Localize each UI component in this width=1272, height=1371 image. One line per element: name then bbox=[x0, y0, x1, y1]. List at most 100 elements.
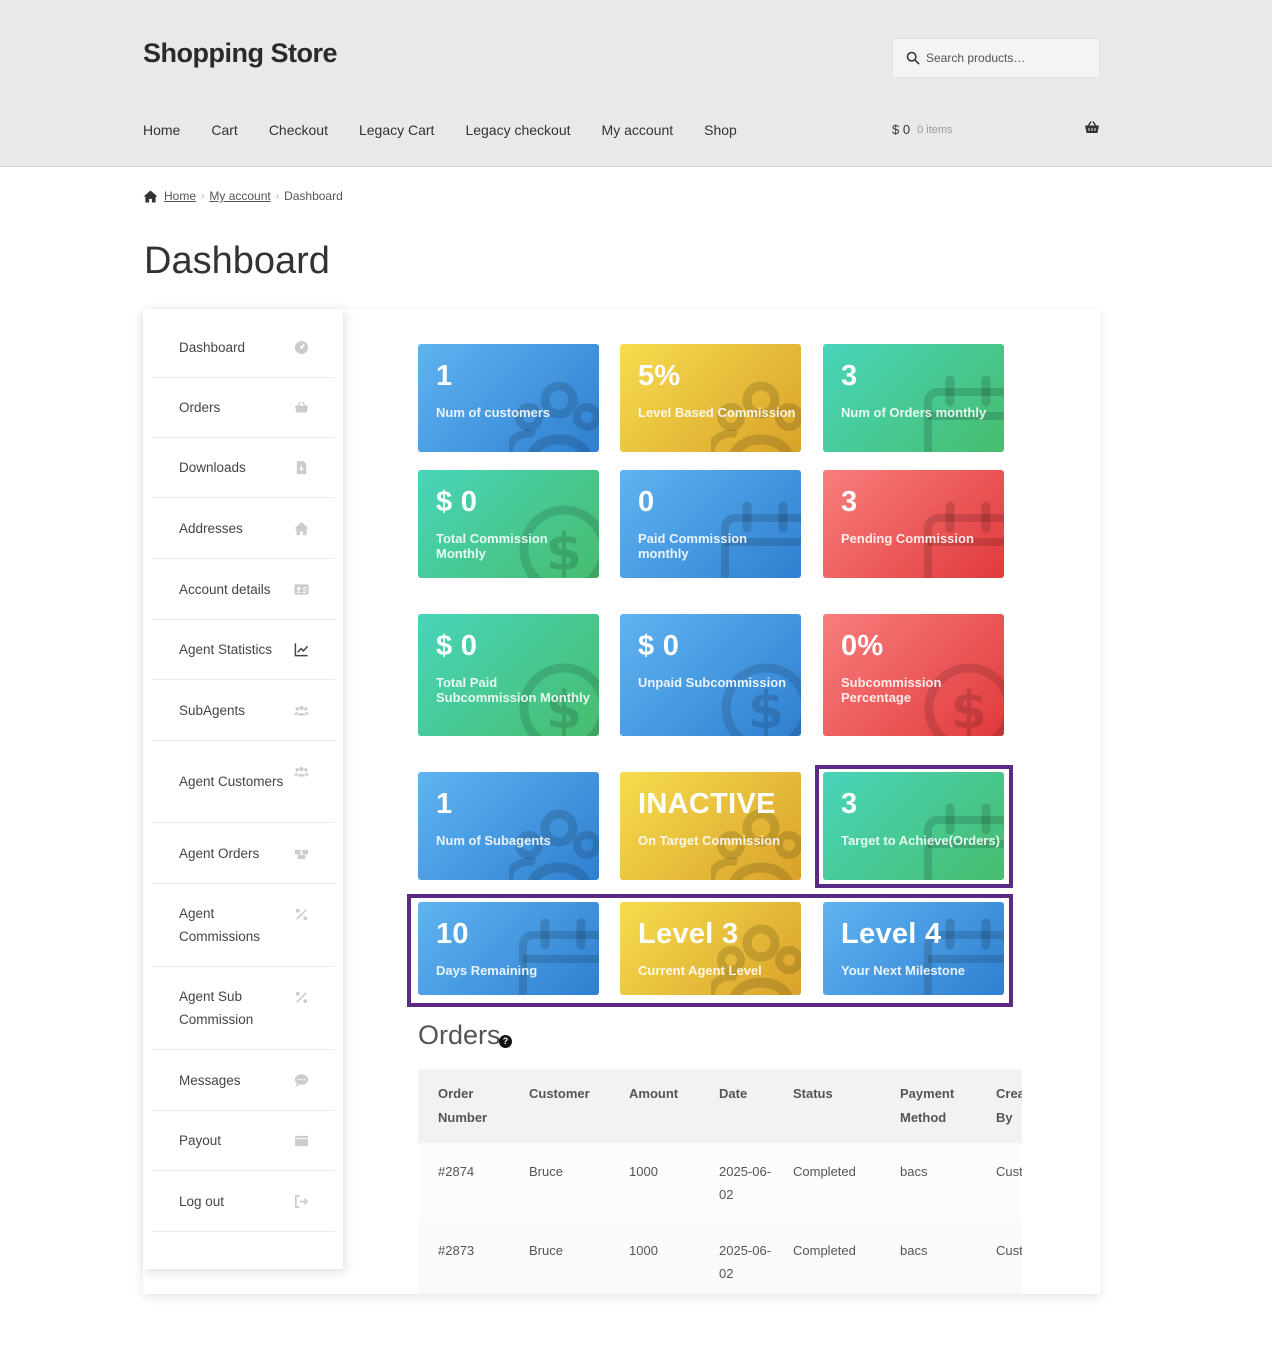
nav-legacy-checkout[interactable]: Legacy checkout bbox=[465, 122, 570, 138]
order-payment-method: bacs bbox=[880, 1222, 976, 1294]
nav-legacy-cart[interactable]: Legacy Cart bbox=[359, 122, 434, 138]
orders-table: Order Number Customer Amount Date Status… bbox=[418, 1069, 1022, 1294]
order-status: Completed bbox=[773, 1222, 880, 1294]
stat-label: Num of customers bbox=[436, 405, 551, 420]
sidebar-item-label: Agent Commissions bbox=[179, 906, 261, 944]
order-status: Completed bbox=[773, 1143, 880, 1222]
stat-tile: $ $ 0 Total Paid Subcommission Monthly bbox=[418, 614, 599, 736]
sidebar-item-agent-statistics[interactable]: Agent Statistics bbox=[152, 620, 335, 680]
sidebar-item-label: Messages bbox=[179, 1072, 241, 1088]
stat-tile: 3 Pending Commission bbox=[823, 470, 1004, 578]
stat-tile: 0 Paid Commission monthly bbox=[620, 470, 801, 578]
boxes-icon bbox=[293, 845, 309, 861]
stat-tile: $ $ 0 Total Commission Monthly bbox=[418, 470, 599, 578]
order-created-by: Customer bbox=[976, 1222, 1022, 1294]
search-icon bbox=[906, 51, 920, 65]
search-box[interactable] bbox=[892, 38, 1100, 78]
sidebar-item-agent-sub-commission[interactable]: Agent Sub Commission bbox=[152, 967, 335, 1050]
basket-icon bbox=[1085, 121, 1099, 133]
sidebar-item-dashboard[interactable]: Dashboard bbox=[152, 317, 335, 378]
order-payment-method: bacs bbox=[880, 1143, 976, 1222]
site-title[interactable]: Shopping Store bbox=[143, 38, 337, 69]
id-card-icon bbox=[293, 581, 309, 597]
sidebar-item-addresses[interactable]: Addresses bbox=[152, 498, 335, 559]
sidebar-item-label: Agent Orders bbox=[179, 845, 260, 861]
column-header: Date bbox=[699, 1069, 773, 1143]
order-amount: 1000 bbox=[609, 1222, 699, 1294]
stat-label: Level Based Commission bbox=[638, 405, 796, 420]
users-icon bbox=[293, 702, 309, 718]
sidebar-item-payout[interactable]: Payout bbox=[152, 1111, 335, 1171]
stat-value: 1 bbox=[436, 360, 453, 392]
order-date: 2025-06-02 bbox=[699, 1143, 773, 1222]
order-number[interactable]: #2873 bbox=[418, 1222, 509, 1294]
order-customer: Bruce bbox=[509, 1143, 609, 1222]
sidebar-item-account-details[interactable]: Account details bbox=[152, 559, 335, 620]
stat-value: 0 bbox=[638, 486, 655, 518]
stat-value: $ 0 bbox=[436, 486, 478, 518]
percent-icon bbox=[293, 906, 309, 922]
table-header-row: Order Number Customer Amount Date Status… bbox=[418, 1069, 1022, 1143]
stat-value: INACTIVE bbox=[638, 788, 776, 820]
order-number[interactable]: #2874 bbox=[418, 1143, 509, 1222]
sidebar-item-log-out[interactable]: Log out bbox=[152, 1171, 335, 1232]
mini-cart[interactable]: $ 0 0 items bbox=[892, 121, 1100, 137]
nav-cart[interactable]: Cart bbox=[211, 122, 237, 138]
sidebar-item-downloads[interactable]: Downloads bbox=[152, 438, 335, 498]
breadcrumb-home[interactable]: Home bbox=[164, 189, 196, 203]
wallet-icon bbox=[293, 1133, 309, 1149]
page-title: Dashboard bbox=[144, 240, 330, 282]
nav-checkout[interactable]: Checkout bbox=[269, 122, 328, 138]
sidebar-item-label: Orders bbox=[179, 400, 221, 415]
stat-label: Pending Commission bbox=[841, 531, 974, 546]
sidebar-item-label: Payout bbox=[179, 1133, 222, 1148]
stat-value: 3 bbox=[841, 486, 858, 518]
file-download-icon bbox=[293, 460, 309, 476]
table-row[interactable]: #2873 Bruce 1000 2025-06-02 Completed ba… bbox=[418, 1222, 1022, 1294]
column-header: Order Number bbox=[418, 1069, 509, 1143]
breadcrumb-current: Dashboard bbox=[284, 189, 343, 203]
sidebar-item-agent-commissions[interactable]: Agent Commissions bbox=[152, 884, 335, 967]
sidebar-item-label: Addresses bbox=[179, 520, 243, 536]
orders-table-wrapper[interactable]: Order Number Customer Amount Date Status… bbox=[418, 1069, 1022, 1294]
dashboard-icon bbox=[293, 339, 309, 355]
dollar-icon: $ bbox=[711, 656, 801, 736]
stat-value: 5% bbox=[638, 360, 681, 392]
column-header: Customer bbox=[509, 1069, 609, 1143]
breadcrumb-my-account[interactable]: My account bbox=[209, 189, 270, 203]
stat-label: Subcommission Percentage bbox=[841, 675, 942, 705]
chat-icon bbox=[293, 1072, 309, 1088]
sidebar-item-orders[interactable]: Orders bbox=[152, 378, 335, 438]
column-header: Amount bbox=[609, 1069, 699, 1143]
stat-label: Num of Orders monthly bbox=[841, 405, 987, 420]
order-created-by: Customer bbox=[976, 1143, 1022, 1222]
stat-tile: 1 Num of customers bbox=[418, 344, 599, 452]
cart-total: $ 0 bbox=[892, 122, 911, 137]
cart-item-count: 0 items bbox=[917, 123, 953, 136]
order-customer: Bruce bbox=[509, 1222, 609, 1294]
stat-tile: 1 Num of Subagents bbox=[418, 772, 599, 880]
sidebar-item-agent-customers[interactable]: Agent Customers bbox=[152, 741, 335, 823]
nav-my-account[interactable]: My account bbox=[602, 122, 674, 138]
basket-icon bbox=[293, 400, 309, 416]
search-input[interactable] bbox=[926, 51, 1086, 65]
sidebar-item-label: Log out bbox=[179, 1193, 225, 1209]
help-icon[interactable]: ? bbox=[499, 1035, 512, 1048]
highlight-box bbox=[407, 894, 1013, 1007]
sidebar-item-agent-orders[interactable]: Agent Orders bbox=[152, 823, 335, 884]
table-row[interactable]: #2874 Bruce 1000 2025-06-02 Completed ba… bbox=[418, 1143, 1022, 1222]
stat-label: On Target Commission bbox=[638, 833, 781, 848]
stat-value: $ 0 bbox=[638, 630, 680, 662]
home-icon bbox=[293, 520, 309, 536]
stat-label: Total Commission Monthly bbox=[436, 531, 548, 561]
main-nav: Home Cart Checkout Legacy Cart Legacy ch… bbox=[143, 122, 768, 138]
stat-tile: 3 Num of Orders monthly bbox=[823, 344, 1004, 452]
home-icon bbox=[143, 189, 158, 203]
stat-tile: $ $ 0 Unpaid Subcommission bbox=[620, 614, 801, 736]
sidebar-item-messages[interactable]: Messages bbox=[152, 1050, 335, 1111]
stat-tile: INACTIVE On Target Commission bbox=[620, 772, 801, 880]
nav-home[interactable]: Home bbox=[143, 122, 180, 138]
sidebar-item-subagents[interactable]: SubAgents bbox=[152, 680, 335, 741]
sidebar-item-label: Downloads bbox=[179, 460, 246, 475]
nav-shop[interactable]: Shop bbox=[704, 122, 737, 138]
